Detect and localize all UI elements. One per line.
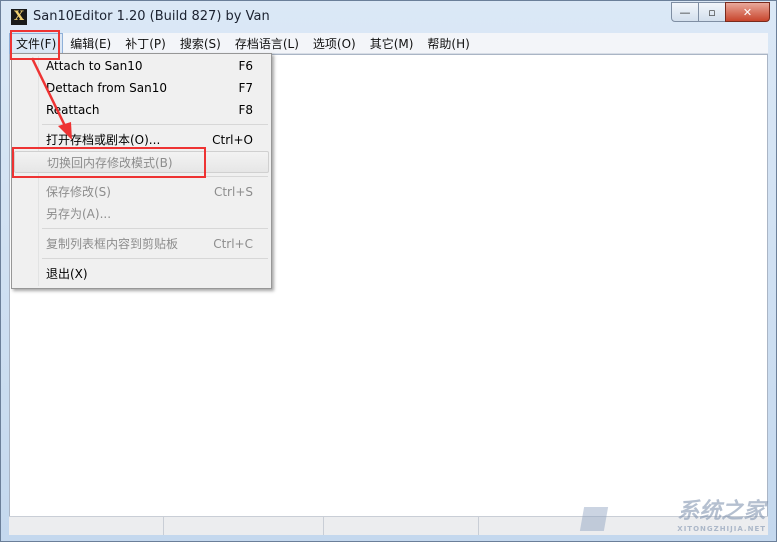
menu-other[interactable]: 其它(M): [363, 33, 421, 54]
menu-item-shortcut: Ctrl+S: [213, 185, 253, 199]
close-button[interactable]: ✕: [725, 2, 770, 22]
menu-separator: [42, 258, 268, 259]
app-icon: X: [11, 9, 27, 25]
watermark-subtext: XITONGZHIJIA.NET: [677, 525, 766, 533]
menu-item-label: 复制列表框内容到剪贴板: [46, 237, 179, 251]
menu-separator: [42, 228, 268, 229]
menu-item-label: Dettach from San10: [46, 81, 167, 95]
menu-options[interactable]: 选项(O): [306, 33, 363, 54]
status-pane-3: [324, 517, 479, 535]
menu-item-dettach[interactable]: Dettach from San10 F7: [14, 77, 269, 99]
menu-item-shortcut: F6: [238, 59, 253, 73]
menu-item-attach[interactable]: Attach to San10 F6: [14, 55, 269, 77]
menu-item-copy-list[interactable]: 复制列表框内容到剪贴板 Ctrl+C: [14, 233, 269, 255]
menu-item-label: Reattach: [46, 103, 100, 117]
menu-item-label: 打开存档或剧本(O)...: [46, 133, 161, 147]
menu-item-label: 另存为(A)...: [46, 207, 112, 221]
menu-item-label: 保存修改(S): [46, 185, 111, 199]
watermark-logo-icon: [579, 507, 609, 531]
menu-item-open-save[interactable]: 打开存档或剧本(O)... Ctrl+O: [14, 129, 269, 151]
menu-item-shortcut: Ctrl+C: [213, 237, 253, 251]
menu-save-language[interactable]: 存档语言(L): [228, 33, 306, 54]
menu-item-save-as[interactable]: 另存为(A)...: [14, 203, 269, 225]
menu-item-label: 退出(X): [46, 267, 88, 281]
menu-item-label: Attach to San10: [46, 59, 143, 73]
window-title: San10Editor 1.20 (Build 827) by Van: [33, 9, 270, 24]
watermark: 系统之家 XITONGZHIJIA.NET: [677, 493, 766, 533]
status-pane-1: [9, 517, 164, 535]
status-pane-2: [164, 517, 324, 535]
title-bar[interactable]: X San10Editor 1.20 (Build 827) by Van — …: [1, 1, 776, 33]
menu-item-switch-memory-mode[interactable]: 切换回内存修改模式(B): [14, 151, 269, 173]
menu-separator: [42, 124, 268, 125]
menu-item-shortcut: F7: [238, 81, 253, 95]
maximize-button[interactable]: ▫: [698, 2, 726, 22]
menu-file[interactable]: 文件(F): [9, 32, 64, 54]
menu-search[interactable]: 搜索(S): [173, 33, 228, 54]
menu-edit[interactable]: 编辑(E): [63, 33, 118, 54]
watermark-text: 系统之家: [677, 499, 766, 524]
menu-item-save-changes[interactable]: 保存修改(S) Ctrl+S: [14, 181, 269, 203]
menu-patch[interactable]: 补丁(P): [118, 33, 173, 54]
menu-help[interactable]: 帮助(H): [420, 33, 476, 54]
minimize-button[interactable]: —: [671, 2, 699, 22]
menu-item-shortcut: Ctrl+O: [212, 133, 253, 147]
file-menu-dropdown: Attach to San10 F6 Dettach from San10 F7…: [11, 53, 272, 289]
menu-bar: 文件(F) 编辑(E) 补丁(P) 搜索(S) 存档语言(L) 选项(O) 其它…: [9, 32, 768, 54]
menu-item-label: 切换回内存修改模式(B): [47, 156, 173, 170]
status-bar: [9, 516, 768, 535]
window-controls: — ▫ ✕: [671, 2, 770, 22]
menu-separator: [42, 176, 268, 177]
menu-item-shortcut: F8: [238, 103, 253, 117]
menu-item-reattach[interactable]: Reattach F8: [14, 99, 269, 121]
menu-item-exit[interactable]: 退出(X): [14, 263, 269, 285]
